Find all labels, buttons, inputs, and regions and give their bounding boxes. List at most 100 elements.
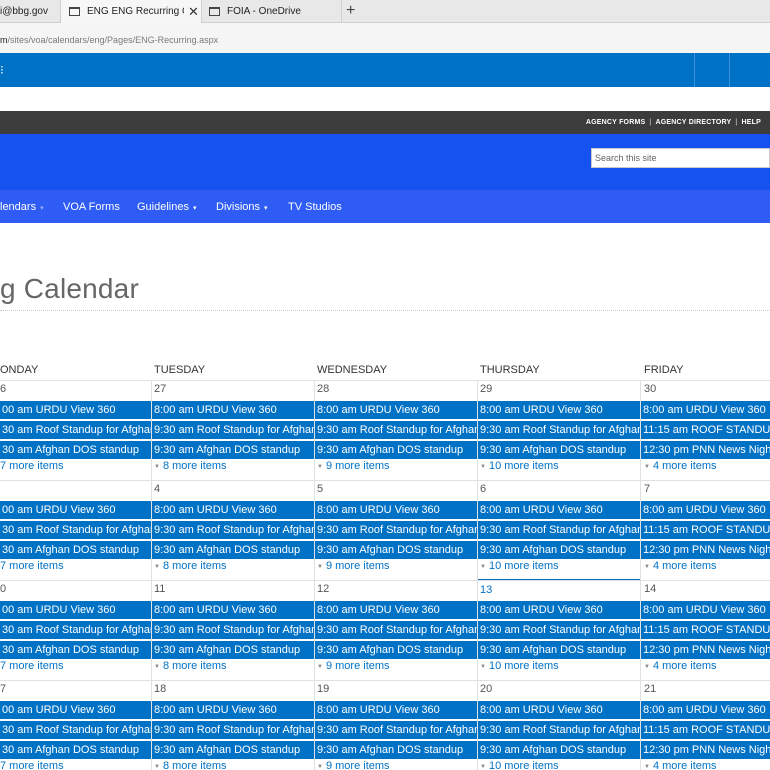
calendar-event[interactable]: 8:00 am URDU View 360 [315, 501, 477, 519]
more-items-link[interactable]: 7 more items [0, 460, 64, 472]
more-items-link[interactable]: 7 more items [0, 760, 64, 770]
app-launcher-icon[interactable]: ⁝ [0, 63, 4, 77]
more-items-link[interactable]: ▼ 4 more items [644, 560, 717, 572]
calendar-event[interactable]: 00 am URDU View 360 [0, 701, 151, 719]
expand-arrow-icon: ▼ [644, 764, 650, 770]
more-items-link[interactable]: ▼ 4 more items [644, 760, 717, 770]
calendar-event[interactable]: 9:30 am Afghan DOS standup [315, 741, 477, 759]
nav-item-voa-forms[interactable]: VOA Forms [63, 201, 120, 213]
calendar-event[interactable]: 9:30 am Afghan DOS standup [315, 541, 477, 559]
calendar-event[interactable]: 9:30 am Roof Standup for Afghan [315, 621, 477, 639]
calendar-event[interactable]: 8:00 am URDU View 360 [478, 601, 640, 619]
more-items-link[interactable]: ▼ 8 more items [154, 660, 227, 672]
nav-item-tv-studios[interactable]: TV Studios [288, 201, 342, 213]
calendar-event[interactable]: 8:00 am URDU View 360 [641, 401, 770, 419]
close-icon[interactable]: ✕ [188, 4, 199, 20]
calendar-event[interactable]: 9:30 am Roof Standup for Afghan [478, 421, 640, 439]
nav-item-calendars[interactable]: lendars ▾ [0, 201, 44, 213]
more-items-link[interactable]: 7 more items [0, 660, 64, 672]
calendar-event[interactable]: 9:30 am Roof Standup for Afghan [152, 621, 314, 639]
more-items-link[interactable]: 7 more items [0, 560, 64, 572]
calendar-event[interactable]: 8:00 am URDU View 360 [315, 601, 477, 619]
calendar-event[interactable]: 11:15 am ROOF STANDUP [641, 421, 770, 439]
calendar-event[interactable]: 9:30 am Roof Standup for Afghan [478, 621, 640, 639]
calendar-event[interactable]: 9:30 am Roof Standup for Afghan [315, 721, 477, 739]
calendar-event[interactable]: 12:30 pm PNN News Night [641, 441, 770, 459]
more-items-link[interactable]: ▼ 4 more items [644, 460, 717, 472]
more-items-link[interactable]: ▼ 10 more items [480, 560, 559, 572]
calendar-event[interactable]: 8:00 am URDU View 360 [478, 401, 640, 419]
calendar-event[interactable]: 12:30 pm PNN News Night [641, 541, 770, 559]
calendar-event[interactable]: 9:30 am Afghan DOS standup [152, 541, 314, 559]
tab-email[interactable]: i@bbg.gov [0, 0, 56, 23]
agency-forms-link[interactable]: AGENCY FORMS [582, 119, 649, 126]
more-items-link[interactable]: ▼ 8 more items [154, 560, 227, 572]
calendar-event[interactable]: 8:00 am URDU View 360 [315, 401, 477, 419]
calendar-event[interactable]: 8:00 am URDU View 360 [315, 701, 477, 719]
calendar-event[interactable]: 8:00 am URDU View 360 [152, 701, 314, 719]
more-items-link[interactable]: ▼ 4 more items [644, 660, 717, 672]
more-items-label: 10 more items [488, 560, 559, 572]
nav-item-divisions[interactable]: Divisions ▾ [216, 201, 268, 213]
calendar-event[interactable]: 30 am Roof Standup for Afghan [0, 521, 151, 539]
more-items-link[interactable]: ▼ 9 more items [317, 760, 390, 770]
calendar-event[interactable]: 9:30 am Afghan DOS standup [152, 741, 314, 759]
calendar-event[interactable]: 9:30 am Roof Standup for Afghan [315, 521, 477, 539]
address-bar[interactable]: m/sites/voa/calendars/eng/Pages/ENG-Recu… [0, 23, 770, 53]
tab-foia-onedrive[interactable]: FOIA - OneDrive [202, 0, 342, 23]
more-items-link[interactable]: ▼ 9 more items [317, 560, 390, 572]
calendar-event[interactable]: 9:30 am Afghan DOS standup [478, 441, 640, 459]
calendar-event[interactable]: 12:30 pm PNN News Night [641, 641, 770, 659]
calendar-event[interactable]: 9:30 am Roof Standup for Afghan [478, 721, 640, 739]
calendar-event[interactable]: 9:30 am Afghan DOS standup [478, 741, 640, 759]
calendar-event[interactable]: 9:30 am Afghan DOS standup [152, 641, 314, 659]
calendar-event[interactable]: 8:00 am URDU View 360 [641, 501, 770, 519]
calendar-event[interactable]: 30 am Roof Standup for Afghan [0, 421, 151, 439]
more-items-link[interactable]: ▼ 9 more items [317, 660, 390, 672]
calendar-event[interactable]: 9:30 am Afghan DOS standup [315, 641, 477, 659]
more-items-link[interactable]: ▼ 10 more items [480, 660, 559, 672]
calendar-event[interactable]: 8:00 am URDU View 360 [641, 601, 770, 619]
calendar-event[interactable]: 9:30 am Afghan DOS standup [152, 441, 314, 459]
tab-eng-recurring-calendar[interactable]: ENG ENG Recurring Calendar ✕ [60, 0, 202, 23]
calendar-event[interactable]: 30 am Roof Standup for Afghan [0, 721, 151, 739]
calendar-event[interactable]: 30 am Roof Standup for Afghan [0, 621, 151, 639]
calendar-event[interactable]: 00 am URDU View 360 [0, 601, 151, 619]
more-items-link[interactable]: ▼ 9 more items [317, 460, 390, 472]
calendar-event[interactable]: 9:30 am Roof Standup for Afghan [152, 721, 314, 739]
calendar-event[interactable]: 9:30 am Roof Standup for Afghan [478, 521, 640, 539]
more-items-label: 4 more items [652, 460, 717, 472]
calendar-event[interactable]: 8:00 am URDU View 360 [152, 501, 314, 519]
calendar-event[interactable]: 8:00 am URDU View 360 [152, 401, 314, 419]
calendar-event[interactable]: 9:30 am Afghan DOS standup [315, 441, 477, 459]
calendar-event[interactable]: 12:30 pm PNN News Night [641, 741, 770, 759]
calendar-event[interactable]: 9:30 am Afghan DOS standup [478, 641, 640, 659]
more-items-link[interactable]: ▼ 10 more items [480, 760, 559, 770]
calendar-event[interactable]: 30 am Afghan DOS standup [0, 441, 151, 459]
agency-directory-link[interactable]: AGENCY DIRECTORY [652, 119, 736, 126]
calendar-event[interactable]: 9:30 am Afghan DOS standup [478, 541, 640, 559]
more-items-link[interactable]: ▼ 10 more items [480, 460, 559, 472]
calendar-event[interactable]: 9:30 am Roof Standup for Afghan [152, 521, 314, 539]
calendar-event[interactable]: 11:15 am ROOF STANDUP [641, 621, 770, 639]
calendar-event[interactable]: 00 am URDU View 360 [0, 401, 151, 419]
calendar-event[interactable]: 30 am Afghan DOS standup [0, 641, 151, 659]
calendar-event[interactable]: 8:00 am URDU View 360 [641, 701, 770, 719]
calendar-event[interactable]: 11:15 am ROOF STANDUP [641, 721, 770, 739]
more-items-link[interactable]: ▼ 8 more items [154, 460, 227, 472]
calendar-event[interactable]: 30 am Afghan DOS standup [0, 741, 151, 759]
calendar-event[interactable]: 9:30 am Roof Standup for Afghan [315, 421, 477, 439]
more-items-link[interactable]: ▼ 8 more items [154, 760, 227, 770]
calendar-event[interactable]: 30 am Afghan DOS standup [0, 541, 151, 559]
calendar-event[interactable]: 8:00 am URDU View 360 [478, 501, 640, 519]
calendar-event[interactable]: 8:00 am URDU View 360 [478, 701, 640, 719]
new-tab-button[interactable]: + [346, 0, 355, 23]
nav-item-guidelines[interactable]: Guidelines ▾ [137, 201, 197, 213]
search-input[interactable]: Search this site [591, 148, 770, 168]
calendar-event[interactable]: 9:30 am Roof Standup for Afghan [152, 421, 314, 439]
calendar-event[interactable]: 8:00 am URDU View 360 [152, 601, 314, 619]
calendar-event[interactable]: 11:15 am ROOF STANDUP [641, 521, 770, 539]
calendar-event[interactable]: 00 am URDU View 360 [0, 501, 151, 519]
expand-arrow-icon: ▼ [154, 464, 160, 470]
help-link[interactable]: HELP [738, 119, 765, 126]
